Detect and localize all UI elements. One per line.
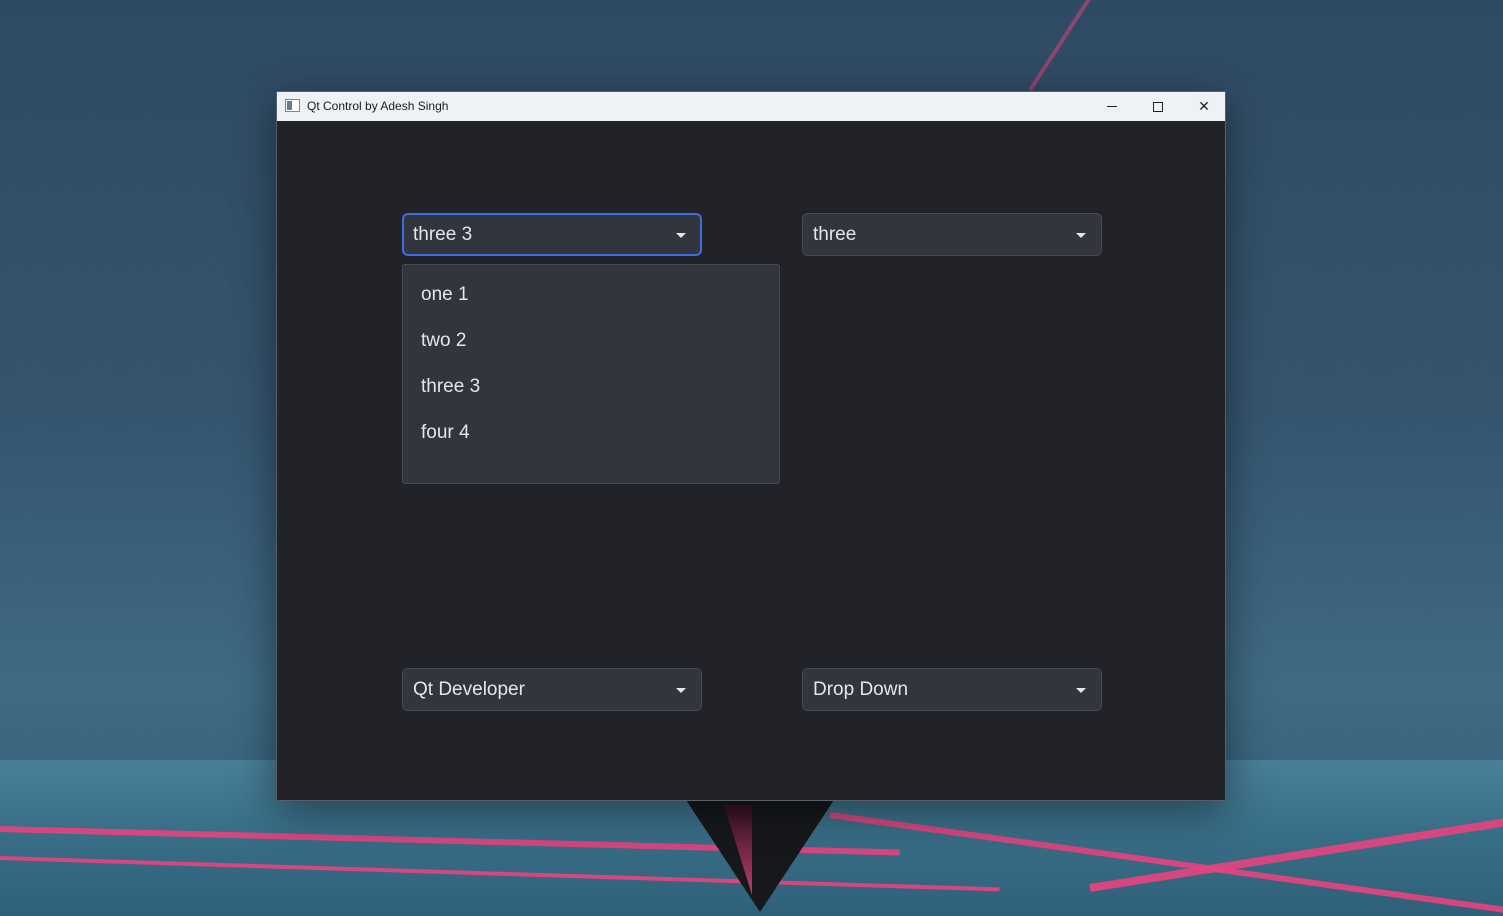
window-title: Qt Control by Adesh Singh xyxy=(307,99,449,113)
combo-value: three 3 xyxy=(413,223,473,245)
minimize-icon xyxy=(1107,106,1117,107)
chevron-down-icon xyxy=(1076,233,1086,238)
combo-box-bottom-left[interactable]: Qt Developer xyxy=(402,668,702,711)
dropdown-popup: one 1 two 2 three 3 four 4 xyxy=(402,264,780,484)
maximize-icon xyxy=(1153,101,1163,112)
close-icon: ✕ xyxy=(1198,98,1210,115)
combo-value: three xyxy=(813,223,857,245)
close-button[interactable]: ✕ xyxy=(1181,92,1227,121)
wallpaper-pyramid xyxy=(686,800,834,912)
app-icon xyxy=(285,99,300,112)
app-window: Qt Control by Adesh Singh ✕ three 3 thre… xyxy=(276,91,1226,801)
chevron-down-icon xyxy=(1076,688,1086,693)
combo-value: Qt Developer xyxy=(413,678,525,700)
combo-box-top-left[interactable]: three 3 xyxy=(402,213,702,256)
combo-box-bottom-right[interactable]: Drop Down xyxy=(802,668,1102,711)
dropdown-option[interactable]: four 4 xyxy=(403,405,779,460)
chevron-down-icon xyxy=(676,688,686,693)
wallpaper-beam xyxy=(1028,0,1141,92)
combo-box-top-right[interactable]: three xyxy=(802,213,1102,256)
chevron-down-icon xyxy=(676,233,686,238)
title-bar[interactable]: Qt Control by Adesh Singh ✕ xyxy=(277,92,1225,121)
maximize-button[interactable] xyxy=(1135,92,1181,121)
minimize-button[interactable] xyxy=(1089,92,1135,121)
client-area: three 3 three one 1 two 2 three 3 four 4… xyxy=(277,121,1225,800)
combo-value: Drop Down xyxy=(813,678,909,700)
